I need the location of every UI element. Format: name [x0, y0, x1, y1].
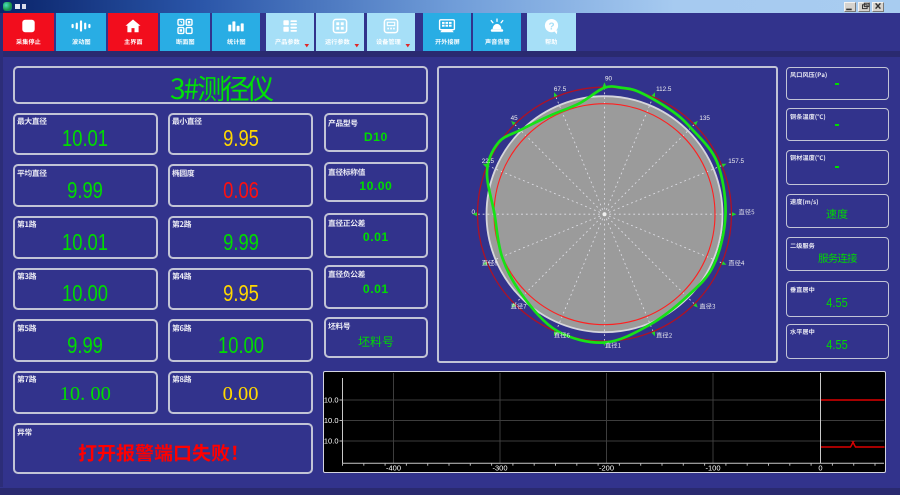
svg-text:22.5: 22.5 [482, 158, 495, 165]
svg-text:157.5: 157.5 [728, 158, 744, 165]
svg-text:112.5: 112.5 [656, 86, 672, 93]
svg-text:10.0: 10.0 [324, 416, 339, 425]
svg-text:10.0: 10.0 [324, 437, 339, 446]
svg-text:0: 0 [472, 209, 476, 216]
svg-text:-200: -200 [599, 464, 614, 473]
svg-text:-100: -100 [705, 464, 720, 473]
svg-text:10.0: 10.0 [324, 396, 339, 405]
svg-text:45: 45 [511, 115, 519, 122]
svg-text:135: 135 [699, 115, 710, 122]
svg-text:?: ? [548, 21, 554, 32]
svg-text:-400: -400 [386, 464, 401, 473]
svg-text:0: 0 [818, 464, 822, 473]
svg-text:-300: -300 [492, 464, 507, 473]
svg-text:67.5: 67.5 [554, 86, 567, 93]
svg-text:90: 90 [605, 76, 613, 83]
